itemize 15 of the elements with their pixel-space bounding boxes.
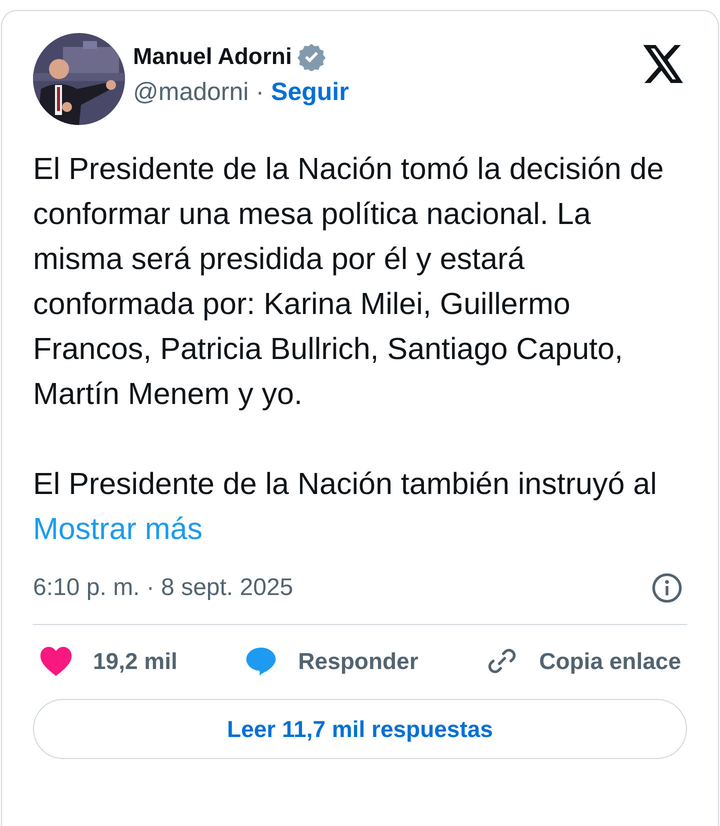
author-handle: @madorni	[133, 78, 249, 107]
post-text: El Presidente de la Nación también instruyó al	[33, 467, 657, 501]
action-button[interactable]: 19,2 mil	[39, 645, 178, 677]
follow-link[interactable]: Seguir	[271, 78, 349, 107]
speech-bubble-icon	[244, 645, 278, 677]
separator-dot: ·	[256, 78, 264, 107]
author-name: Manuel Adorni	[133, 43, 292, 70]
action-button[interactable]: Responder	[244, 645, 418, 677]
x-logo-icon[interactable]	[643, 45, 685, 83]
post-timestamp: 6:10 p. m. · 8 sept. 2025	[33, 574, 294, 602]
heart-icon	[39, 645, 73, 677]
info-icon[interactable]	[651, 572, 683, 604]
read-replies-button[interactable]: Leer 11,7 mil respuestas	[33, 699, 687, 759]
action-button[interactable]: Copia enlace	[485, 645, 681, 677]
post-text: El Presidente de la Nación tomó la decisión de conformar una mesa política nacional. La misma será presidida por él y estará conformada por: Karina Milei, Guillermo Francos, Patricia Bullrich, Santiago Caputo, Martín Menem y yo.	[33, 151, 665, 413]
